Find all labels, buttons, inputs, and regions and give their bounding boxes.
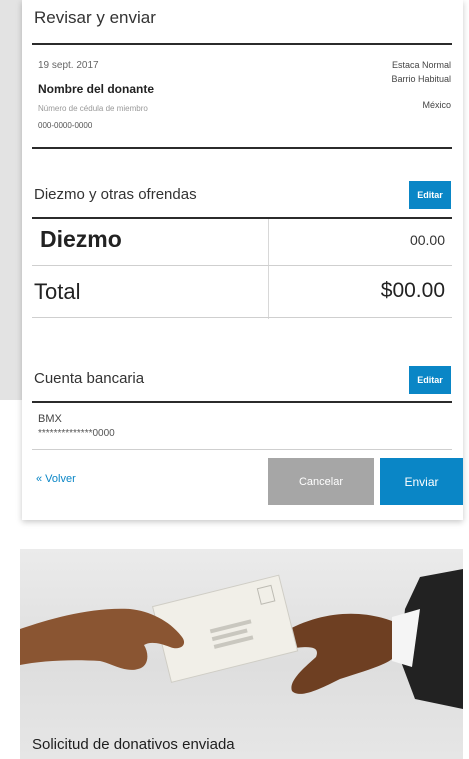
page-title: Revisar y enviar	[34, 8, 156, 27]
left-side-panel	[0, 0, 22, 400]
donor-name: Nombre del donante	[38, 82, 155, 96]
member-number-label: Número de cédula de miembro	[38, 104, 148, 113]
divider	[32, 401, 452, 403]
offerings-section-title: Diezmo y otras ofrendas	[34, 186, 197, 203]
row-divider	[32, 265, 452, 266]
total-label: Total	[34, 279, 81, 304]
divider	[32, 147, 452, 149]
cancel-button[interactable]: Cancelar	[268, 458, 374, 505]
send-button[interactable]: Enviar	[380, 458, 463, 505]
account-number: **************0000	[38, 428, 115, 439]
bank-section-title: Cuenta bancaria	[34, 370, 145, 387]
divider	[32, 217, 452, 219]
donation-date: 19 sept. 2017	[38, 60, 99, 71]
review-card: Revisar y enviar 19 sept. 2017 Nombre de…	[22, 0, 463, 520]
divider	[32, 43, 452, 45]
confirmation-image: Solicitud de donativos enviada	[20, 549, 463, 759]
tithing-amount: 00.00	[409, 232, 445, 248]
member-number: 000-0000-0000	[38, 121, 93, 130]
row-divider	[32, 317, 452, 318]
back-link[interactable]: « Volver	[36, 473, 76, 485]
edit-offerings-button[interactable]: Editar	[409, 181, 451, 209]
tithing-label: Diezmo	[40, 226, 122, 252]
bank-name: BMX	[38, 413, 62, 425]
column-divider	[268, 219, 269, 319]
total-amount: $00.00	[380, 279, 445, 302]
confirmation-caption: Solicitud de donativos enviada	[32, 736, 235, 753]
stake-name: Estaca Normal	[391, 60, 451, 70]
row-divider	[32, 449, 452, 450]
edit-bank-button[interactable]: Editar	[409, 366, 451, 394]
ward-name: Barrio Habitual	[391, 74, 451, 84]
country: México	[422, 100, 451, 110]
envelope-handover-illustration	[20, 569, 463, 709]
